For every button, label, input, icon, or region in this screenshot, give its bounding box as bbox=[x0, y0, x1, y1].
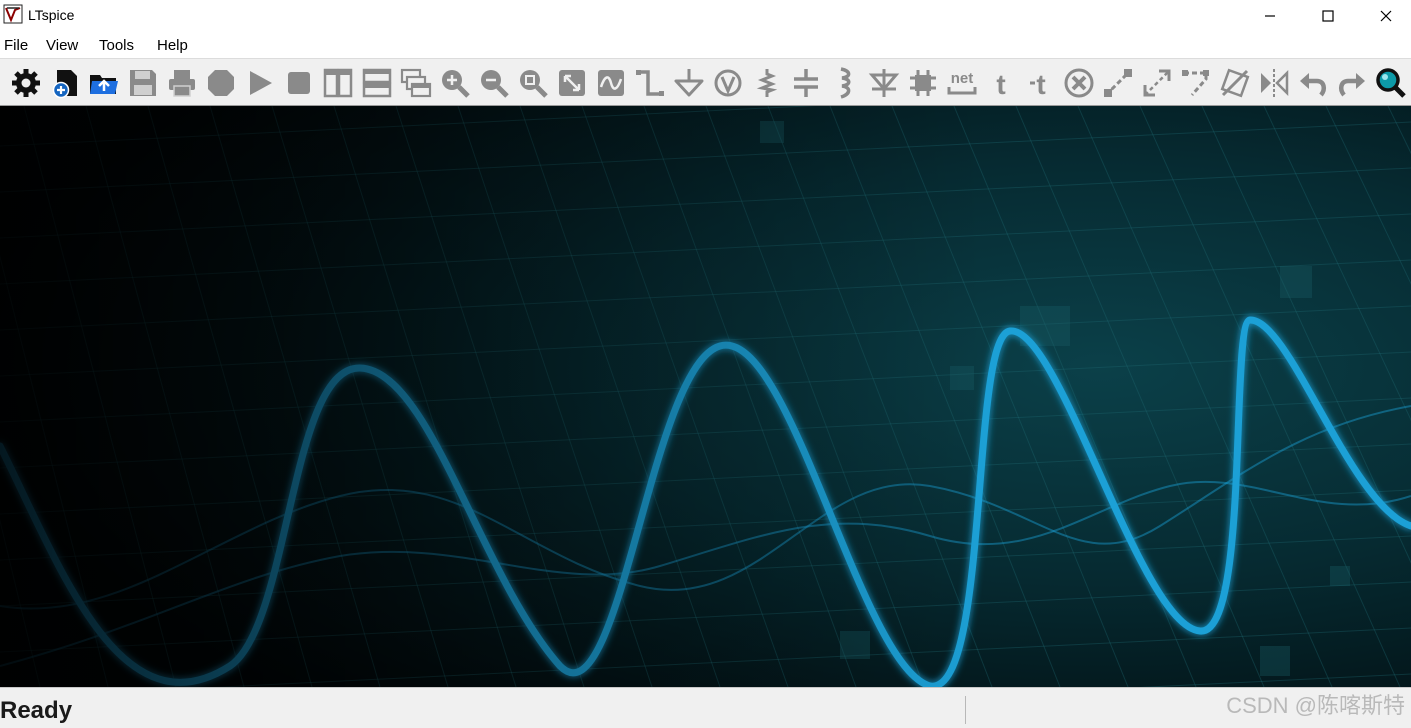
duplicate-button[interactable] bbox=[1101, 66, 1135, 100]
inductor-button[interactable] bbox=[828, 66, 862, 100]
autorange-icon bbox=[598, 70, 624, 96]
menu-view[interactable]: View bbox=[46, 37, 78, 54]
net-label-button[interactable]: net bbox=[945, 66, 979, 100]
mirror-icon bbox=[1261, 69, 1289, 97]
delete-button[interactable] bbox=[1062, 66, 1096, 100]
main-canvas[interactable] bbox=[0, 106, 1411, 687]
halt-icon bbox=[208, 70, 234, 96]
ground-button[interactable] bbox=[672, 66, 706, 100]
text-button[interactable]: t bbox=[984, 66, 1018, 100]
net-label-icon: net bbox=[947, 70, 977, 95]
text-icon: t bbox=[996, 69, 1005, 99]
tile-horizontal-icon bbox=[362, 68, 392, 98]
zoom-in-icon bbox=[442, 70, 470, 98]
move-button[interactable] bbox=[1140, 66, 1174, 100]
window-title: LTspice bbox=[28, 7, 75, 23]
node-icon bbox=[714, 69, 742, 97]
halt-button[interactable] bbox=[204, 66, 238, 100]
tile-vertical-icon bbox=[323, 68, 353, 98]
resistor-icon bbox=[756, 69, 778, 97]
print-button[interactable] bbox=[165, 66, 199, 100]
zoom-in-button[interactable] bbox=[438, 66, 472, 100]
zoom-area-button[interactable] bbox=[555, 66, 589, 100]
duplicate-icon bbox=[1104, 69, 1132, 97]
spice-directive-glyph: t bbox=[1036, 69, 1045, 99]
close-icon bbox=[1380, 10, 1392, 22]
minimize-button[interactable] bbox=[1241, 0, 1299, 32]
ltspice-logo-icon bbox=[3, 4, 23, 24]
menu-tools[interactable]: Tools bbox=[99, 37, 134, 54]
menu-file[interactable]: File bbox=[4, 37, 28, 54]
resistor-button[interactable] bbox=[750, 66, 784, 100]
toolbar: net t t bbox=[0, 59, 1411, 106]
undo-button[interactable] bbox=[1296, 66, 1330, 100]
stop-icon bbox=[288, 72, 310, 94]
component-button[interactable] bbox=[906, 66, 940, 100]
title-bar: LTspice bbox=[0, 0, 1411, 32]
delete-icon bbox=[1064, 68, 1094, 98]
status-text: Ready bbox=[0, 697, 73, 724]
inductor-icon bbox=[840, 67, 851, 99]
watermark: CSDN @陈喀斯特 bbox=[1226, 693, 1405, 718]
node-button[interactable] bbox=[711, 66, 745, 100]
open-button[interactable] bbox=[87, 66, 121, 100]
redo-icon bbox=[1338, 73, 1365, 97]
wire-button[interactable] bbox=[633, 66, 667, 100]
open-icon bbox=[90, 75, 118, 94]
autorange-button[interactable] bbox=[594, 66, 628, 100]
save-icon bbox=[130, 70, 156, 96]
diode-button[interactable] bbox=[867, 66, 901, 100]
capacitor-button[interactable] bbox=[789, 66, 823, 100]
status-bar: Ready CSDN @陈喀斯特 bbox=[0, 687, 1411, 728]
redo-button[interactable] bbox=[1335, 66, 1369, 100]
spice-directive-button[interactable]: t bbox=[1023, 66, 1057, 100]
diode-icon bbox=[868, 69, 900, 97]
tile-vertical-button[interactable] bbox=[321, 66, 355, 100]
maximize-icon bbox=[1322, 10, 1334, 22]
zoom-area-icon bbox=[559, 70, 585, 96]
waveform-background-image bbox=[0, 106, 1411, 687]
ground-icon bbox=[674, 69, 704, 97]
close-button[interactable] bbox=[1357, 0, 1411, 32]
zoom-fit-button[interactable] bbox=[516, 66, 550, 100]
rotate-button[interactable] bbox=[1218, 66, 1252, 100]
net-label-text: net bbox=[951, 70, 974, 87]
component-icon bbox=[910, 70, 936, 96]
menu-bar: File View Tools Help bbox=[0, 32, 1411, 59]
zoom-fit-icon bbox=[520, 70, 548, 98]
minimize-icon bbox=[1265, 15, 1275, 17]
menu-help[interactable]: Help bbox=[157, 37, 188, 54]
run-icon bbox=[250, 71, 272, 95]
cascade-button[interactable] bbox=[399, 66, 433, 100]
tile-horizontal-button[interactable] bbox=[360, 66, 394, 100]
mirror-button[interactable] bbox=[1257, 66, 1291, 100]
new-schematic-button[interactable] bbox=[48, 66, 82, 100]
status-separator bbox=[965, 696, 966, 724]
run-button[interactable] bbox=[243, 66, 277, 100]
find-button[interactable] bbox=[1374, 66, 1408, 100]
undo-icon bbox=[1300, 73, 1327, 97]
find-icon bbox=[1376, 68, 1406, 98]
spice-directive-icon: t bbox=[1030, 69, 1046, 99]
move-icon bbox=[1143, 69, 1171, 97]
print-icon bbox=[169, 70, 195, 97]
rotate-icon bbox=[1220, 68, 1250, 98]
settings-icon bbox=[12, 69, 40, 97]
maximize-button[interactable] bbox=[1299, 0, 1357, 32]
zoom-out-icon bbox=[481, 70, 509, 98]
new-schematic-icon bbox=[52, 70, 77, 99]
stop-button[interactable] bbox=[282, 66, 316, 100]
zoom-out-button[interactable] bbox=[477, 66, 511, 100]
drag-button[interactable] bbox=[1179, 66, 1213, 100]
wire-icon bbox=[636, 70, 664, 96]
drag-icon bbox=[1182, 70, 1209, 96]
settings-button[interactable] bbox=[9, 66, 43, 100]
save-button[interactable] bbox=[126, 66, 160, 100]
text-button-glyph: t bbox=[996, 69, 1005, 99]
cascade-icon bbox=[400, 68, 432, 98]
capacitor-icon bbox=[794, 69, 818, 97]
